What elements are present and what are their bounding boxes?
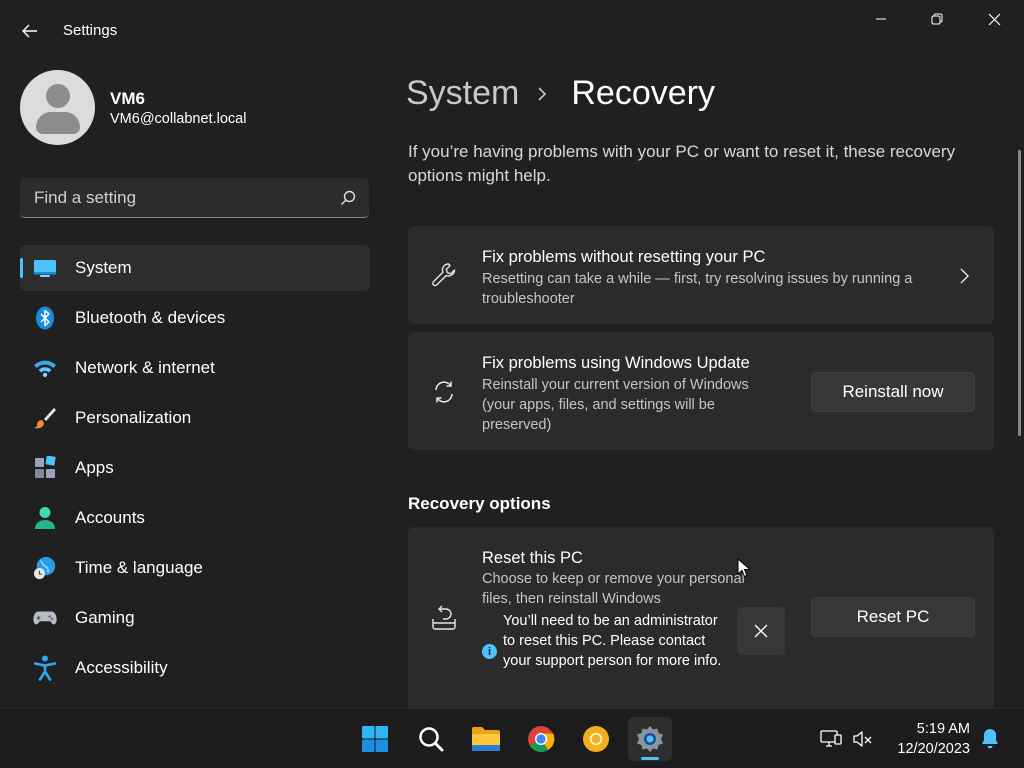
close-button[interactable] — [971, 4, 1017, 34]
bell-icon — [982, 729, 998, 749]
scrollbar[interactable] — [1018, 150, 1021, 436]
sidebar-item-label: Time & language — [75, 558, 203, 577]
sidebar-item-gaming[interactable]: Gaming — [20, 595, 370, 641]
restore-button[interactable] — [914, 4, 960, 34]
avatar-body — [36, 112, 80, 134]
sidebar-item-label: System — [75, 258, 132, 277]
clock-time: 5:19 AM — [916, 721, 970, 737]
admin-info-message: You’ll need to be an administrator to re… — [503, 613, 722, 669]
page-description: If you’re having problems with your PC o… — [408, 142, 956, 185]
search-placeholder: Find a setting — [34, 188, 137, 207]
sidebar-item-personalization[interactable]: Personalization — [20, 395, 370, 441]
refresh-icon — [430, 378, 458, 406]
info-icon: i — [482, 644, 497, 659]
restore-icon — [931, 13, 943, 25]
chrome-icon — [528, 726, 555, 753]
sidebar-item-label: Accounts — [75, 508, 145, 527]
avatar[interactable] — [20, 70, 95, 145]
windows-update-card: Fix problems using Windows Update Reinst… — [408, 332, 994, 450]
title-bar: Settings — [0, 0, 1024, 62]
start-button[interactable] — [353, 717, 397, 761]
card-title: Fix problems without resetting your PC — [482, 248, 766, 266]
accounts-icon — [33, 506, 57, 530]
sidebar-item-time-language[interactable]: Time & language — [20, 545, 370, 591]
mouse-cursor-icon — [737, 558, 751, 578]
globe-clock-icon — [33, 556, 57, 580]
user-email: VM6@collabnet.local — [110, 111, 247, 127]
sidebar-item-label: Personalization — [75, 408, 192, 427]
sidebar-item-label: Accessibility — [75, 658, 168, 677]
dismiss-info-button[interactable] — [737, 607, 785, 655]
user-name: VM6 — [110, 89, 145, 108]
taskbar: 5:19 AM 12/20/2023 — [0, 708, 1024, 768]
sidebar-item-bluetooth[interactable]: Bluetooth & devices — [20, 295, 370, 341]
chevron-right-icon — [960, 268, 969, 284]
minimize-icon — [876, 18, 886, 20]
chrome-canary-icon — [583, 726, 609, 752]
taskbar-network[interactable] — [819, 727, 843, 751]
close-icon — [754, 624, 768, 638]
paintbrush-icon — [33, 406, 57, 430]
wrench-icon — [430, 261, 458, 289]
bluetooth-icon — [33, 306, 57, 330]
apps-icon — [33, 456, 57, 480]
system-icon — [33, 256, 57, 280]
reinstall-now-button[interactable]: Reinstall now — [811, 372, 975, 412]
sidebar-item-accessibility[interactable]: Accessibility — [20, 645, 370, 691]
sidebar-item-apps[interactable]: Apps — [20, 445, 370, 491]
card-description: Reinstall your current version of Window… — [482, 377, 749, 433]
taskbar-file-explorer[interactable] — [464, 717, 508, 761]
breadcrumb-parent[interactable]: System — [406, 74, 519, 113]
sidebar-item-label: Network & internet — [75, 358, 215, 377]
sidebar-item-system[interactable]: System — [20, 245, 370, 291]
file-explorer-icon — [472, 727, 500, 751]
taskbar-notifications[interactable] — [978, 727, 1002, 751]
active-app-indicator — [641, 757, 659, 760]
arrow-left-icon — [22, 24, 37, 38]
app-title: Settings — [63, 22, 118, 39]
card-title: Reset this PC — [482, 549, 583, 567]
chevron-right-icon — [537, 82, 553, 106]
minimize-button[interactable] — [858, 4, 904, 34]
section-title: Recovery options — [408, 494, 551, 513]
sidebar-nav: System Bluetooth & devices Network & int… — [20, 245, 370, 695]
sidebar-item-label: Apps — [75, 458, 114, 477]
search-icon — [419, 727, 444, 752]
back-button[interactable] — [14, 16, 46, 46]
breadcrumb: System Recovery — [406, 74, 715, 113]
card-description: Resetting can take a while — first, try … — [482, 271, 913, 307]
sidebar-item-label: Bluetooth & devices — [75, 308, 226, 327]
wifi-icon — [33, 356, 57, 380]
windows-logo-icon — [362, 726, 388, 752]
search-icon — [341, 190, 356, 205]
card-description: Choose to keep or remove your personal f… — [482, 571, 745, 607]
clock-date: 12/20/2023 — [897, 741, 970, 757]
taskbar-chrome-canary[interactable] — [574, 717, 618, 761]
card-title: Fix problems using Windows Update — [482, 354, 750, 372]
close-icon — [988, 13, 1000, 25]
page-title: Recovery — [571, 74, 715, 112]
reset-pc-icon — [430, 604, 458, 632]
gamepad-icon — [33, 606, 57, 630]
taskbar-search-button[interactable] — [409, 717, 453, 761]
accessibility-icon — [33, 655, 57, 681]
settings-icon — [637, 726, 663, 752]
taskbar-settings[interactable] — [628, 717, 672, 761]
reset-pc-button[interactable]: Reset PC — [811, 597, 975, 637]
taskbar-chrome[interactable] — [519, 717, 563, 761]
sidebar-item-accounts[interactable]: Accounts — [20, 495, 370, 541]
avatar-head — [46, 84, 70, 108]
taskbar-clock[interactable]: 5:19 AM 12/20/2023 — [880, 719, 970, 759]
volume-muted-icon — [853, 731, 872, 747]
search-input[interactable]: Find a setting — [20, 178, 369, 218]
sidebar-item-label: Gaming — [75, 608, 135, 627]
fix-without-reset-card[interactable]: Fix problems without resetting your PC R… — [408, 226, 994, 324]
taskbar-volume[interactable] — [851, 727, 875, 751]
network-icon — [820, 730, 842, 747]
sidebar-item-network[interactable]: Network & internet — [20, 345, 370, 391]
